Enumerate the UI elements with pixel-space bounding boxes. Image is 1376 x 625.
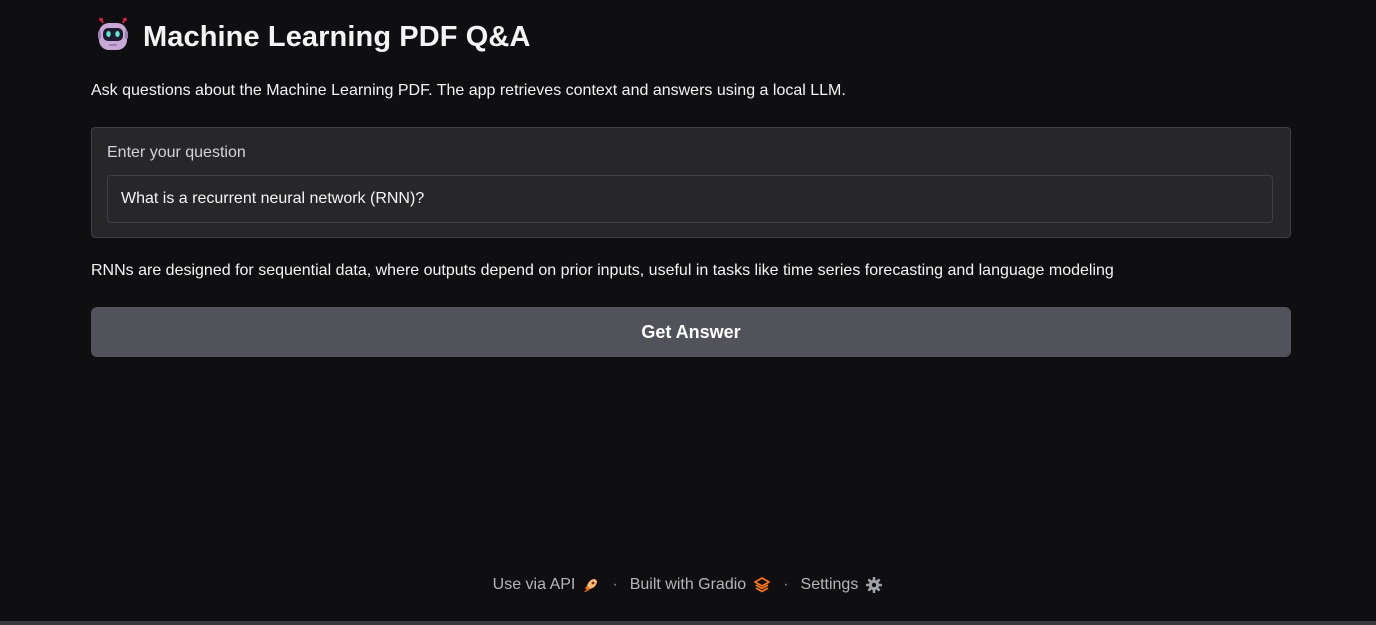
footer-separator: · <box>612 576 618 593</box>
get-answer-button[interactable]: Get Answer <box>91 307 1291 357</box>
use-via-api-label: Use via API <box>492 576 576 593</box>
app-page: Machine Learning PDF Q&A Ask questions a… <box>0 0 1376 625</box>
footer: Use via API · Built with Gradio · Settin… <box>0 576 1376 594</box>
built-with-gradio-label: Built with Gradio <box>629 576 747 593</box>
rocket-icon <box>582 576 600 594</box>
footer-separator: · <box>783 576 789 593</box>
question-input-block: Enter your question <box>91 127 1291 238</box>
page-header: Machine Learning PDF Q&A <box>95 0 1291 75</box>
gear-icon <box>865 576 883 594</box>
built-with-gradio-link[interactable]: Built with Gradio <box>630 576 772 594</box>
question-label: Enter your question <box>107 144 246 161</box>
settings-link[interactable]: Settings <box>801 576 884 594</box>
robot-icon <box>95 17 143 58</box>
page-title: Machine Learning PDF Q&A <box>143 21 531 53</box>
answer-output: RNNs are designed for sequential data, w… <box>91 262 1114 279</box>
use-via-api-link[interactable]: Use via API <box>493 576 601 594</box>
gradio-logo-icon <box>753 576 771 594</box>
settings-label: Settings <box>800 576 859 593</box>
main-container: Machine Learning PDF Q&A Ask questions a… <box>91 0 1291 357</box>
question-input[interactable] <box>107 175 1273 223</box>
page-description: Ask questions about the Machine Learning… <box>91 82 846 99</box>
window-bottom-edge <box>0 621 1376 625</box>
